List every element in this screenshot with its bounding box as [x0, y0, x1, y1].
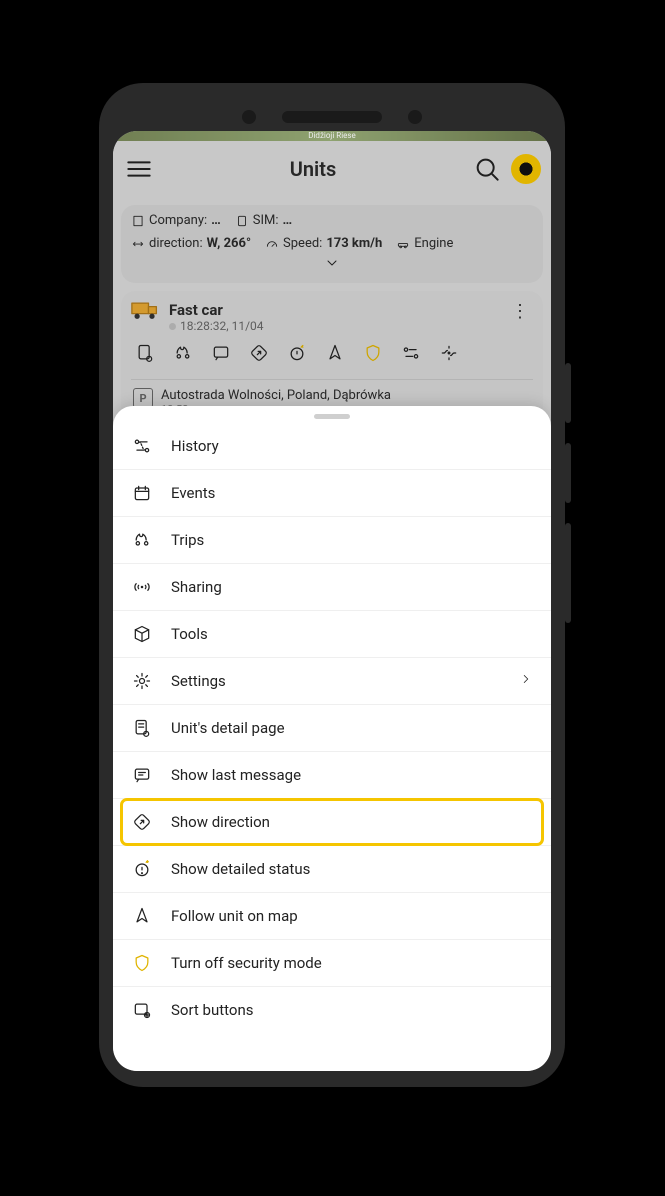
direction-value: W, 266° [207, 236, 251, 251]
menu-item-trips[interactable]: Trips [113, 517, 551, 564]
menu-item-sharing[interactable]: Sharing [113, 564, 551, 611]
message-icon[interactable] [211, 343, 231, 367]
hamburger-icon [123, 153, 155, 185]
company-label: Company: [149, 213, 207, 228]
bottom-sheet: History Events Trips Sharing Tools Setti [113, 406, 551, 1071]
menu-item-detail-page[interactable]: Unit's detail page [113, 705, 551, 752]
search-icon [471, 153, 503, 185]
menu-label: Unit's detail page [171, 719, 533, 737]
sim-label: SIM: [253, 213, 279, 228]
message-icon [131, 764, 153, 786]
direction-label: direction: [149, 236, 203, 251]
trips-icon [131, 529, 153, 551]
unit-name: Fast car [169, 301, 497, 319]
screen: Didžioji Riese Units Company: [113, 131, 551, 1071]
direction-arrow-icon [131, 237, 145, 251]
app-bar: Units [113, 141, 551, 197]
menu-item-events[interactable]: Events [113, 470, 551, 517]
menu-label: Events [171, 484, 533, 502]
menu-item-last-message[interactable]: Show last message [113, 752, 551, 799]
menu-label: Trips [171, 531, 533, 549]
status-icon[interactable] [287, 343, 307, 367]
menu-item-follow[interactable]: Follow unit on map [113, 893, 551, 940]
menu-item-sort[interactable]: Sort buttons [113, 987, 551, 1033]
phone-speaker [282, 111, 382, 123]
hamburger-menu-button[interactable] [123, 153, 155, 185]
sort-icon[interactable] [401, 343, 421, 367]
navigation-arrow-icon [131, 905, 153, 927]
menu-label: Follow unit on map [171, 907, 533, 925]
chevron-down-icon [324, 255, 340, 271]
menu-label: Show last message [171, 766, 533, 784]
car-icon [396, 237, 410, 251]
gear-icon [131, 670, 153, 692]
shield-icon [131, 952, 153, 974]
speed-value: 173 km/h [326, 236, 382, 251]
menu-label: Sort buttons [171, 1001, 533, 1019]
sharing-icon[interactable] [439, 343, 459, 367]
sort-gear-icon [131, 999, 153, 1021]
engine-label: Engine [414, 236, 453, 251]
menu-item-show-direction[interactable]: Show direction [121, 799, 543, 845]
building-icon [131, 214, 145, 228]
phone-side-button [565, 363, 571, 423]
company-value: … [211, 213, 221, 228]
menu-label: Turn off security mode [171, 954, 533, 972]
broadcast-icon [131, 576, 153, 598]
menu-item-detailed-status[interactable]: Show detailed status [113, 845, 551, 893]
menu-label: Show detailed status [171, 860, 533, 878]
speedometer-icon [265, 237, 279, 251]
avatar[interactable] [511, 154, 541, 184]
menu-item-history[interactable]: History [113, 423, 551, 470]
follow-icon[interactable] [325, 343, 345, 367]
history-icon [131, 435, 153, 457]
menu-label: Settings [171, 672, 501, 690]
phone-side-button [565, 443, 571, 503]
detail-page-icon[interactable] [135, 343, 155, 367]
unit-address: Autostrada Wolności, Poland, Dąbrówka [161, 388, 391, 403]
unit-icon-row [131, 333, 533, 373]
unit-more-button[interactable]: ⋮ [507, 301, 533, 322]
parking-icon: P [133, 388, 153, 408]
page-title: Units [290, 157, 337, 181]
shield-icon[interactable] [363, 343, 383, 367]
direction-icon[interactable] [249, 343, 269, 367]
menu-label: Show direction [171, 813, 533, 831]
calendar-icon [131, 482, 153, 504]
direction-sign-icon [131, 811, 153, 833]
search-button[interactable] [471, 153, 503, 185]
map-label: Didžioji Riese [308, 131, 356, 140]
phone-side-button [565, 523, 571, 623]
truck-icon [131, 301, 159, 321]
expand-button[interactable] [131, 255, 533, 275]
chevron-right-icon [519, 672, 533, 690]
menu-label: Tools [171, 625, 533, 643]
phone-frame: Didžioji Riese Units Company: [99, 83, 565, 1087]
menu-label: Sharing [171, 578, 533, 596]
menu-label: History [171, 437, 533, 455]
menu-item-tools[interactable]: Tools [113, 611, 551, 658]
box-icon [131, 623, 153, 645]
sim-value: … [283, 213, 293, 228]
status-star-icon [131, 858, 153, 880]
map-peek: Didžioji Riese [113, 131, 551, 141]
menu-item-security[interactable]: Turn off security mode [113, 940, 551, 987]
page-gear-icon [131, 717, 153, 739]
speed-label: Speed: [283, 236, 322, 251]
unit-timestamp: 18:28:32, 11/04 [169, 319, 497, 333]
trips-icon[interactable] [173, 343, 193, 367]
sim-icon [235, 214, 249, 228]
info-card: Company: … SIM: … direction: W, 266° Spe… [121, 205, 543, 283]
sheet-handle[interactable] [314, 414, 350, 419]
menu-item-settings[interactable]: Settings [113, 658, 551, 705]
